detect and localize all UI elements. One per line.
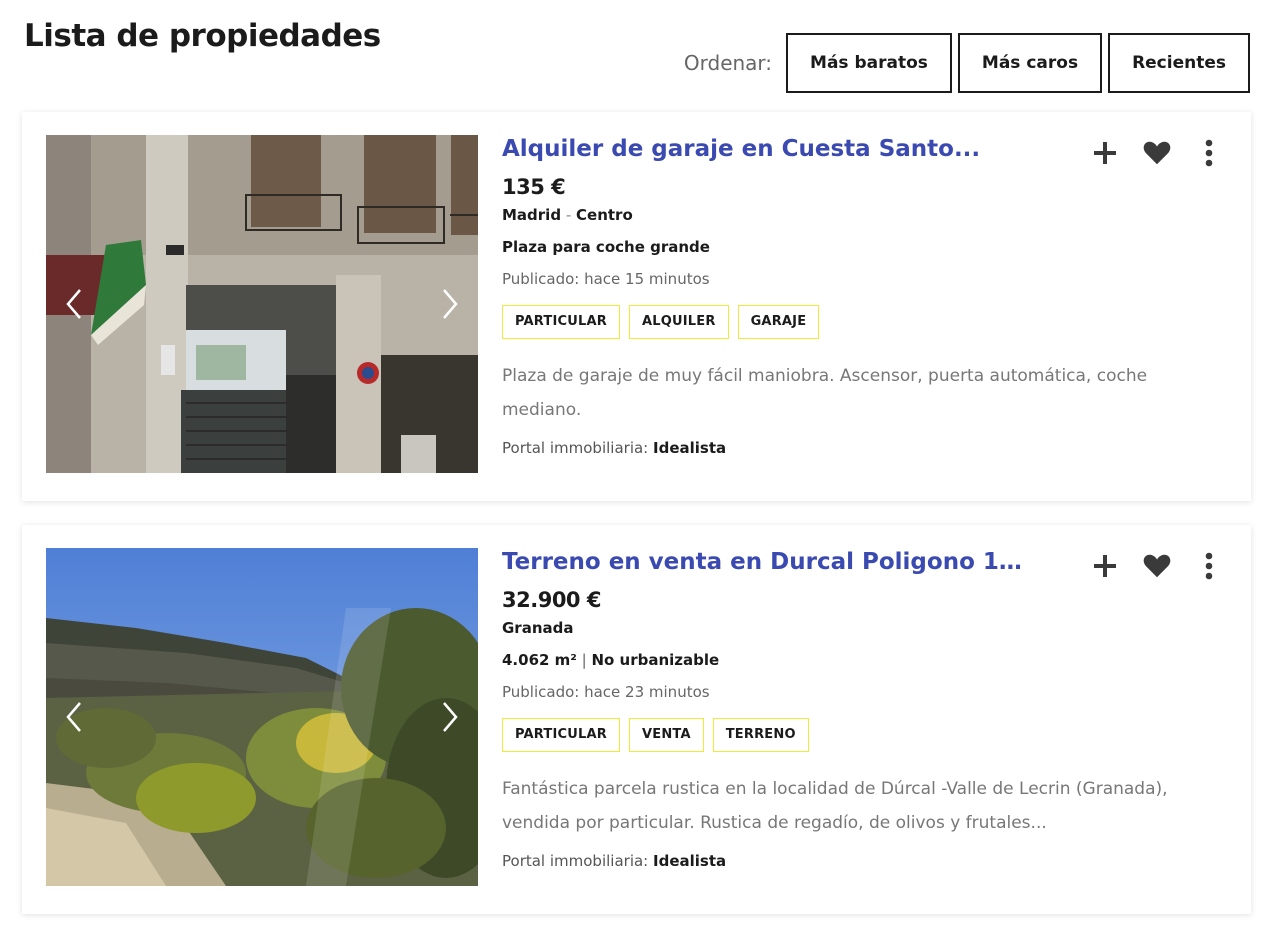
- listing-card: Terreno en venta en Durcal Poligono 10..…: [22, 525, 1251, 914]
- listing-feature-extra: No urbanizable: [591, 650, 720, 669]
- chevron-right-icon[interactable]: [436, 284, 464, 324]
- chevron-left-icon[interactable]: [60, 697, 88, 737]
- listing-description: Plaza de garaje de muy fácil maniobra. A…: [502, 365, 1148, 420]
- listing-published: Publicado: hace 23 minutos: [502, 682, 710, 701]
- listing-title-link[interactable]: Alquiler de garaje en Cuesta Santo...: [502, 135, 1022, 165]
- plus-icon[interactable]: [1091, 138, 1119, 168]
- sort-recent-button[interactable]: Recientes: [1108, 33, 1250, 93]
- tag-operation: VENTA: [628, 717, 704, 752]
- garage-building-photo: [46, 135, 478, 473]
- tag-type: TERRENO: [712, 717, 809, 752]
- listing-price: 32.900 €: [502, 587, 601, 612]
- kebab-menu-icon[interactable]: [1195, 551, 1223, 581]
- chevron-right-icon[interactable]: [436, 697, 464, 737]
- listing-tags: PARTICULAR ALQUILER GARAJE: [502, 304, 1202, 339]
- listing-district: Centro: [576, 205, 633, 224]
- listing-info: Terreno en venta en Durcal Poligono 10..…: [502, 548, 1202, 870]
- portal-label: Portal immobiliaria:: [502, 438, 649, 457]
- listing-feature: 4.062 m² | No urbanizable: [502, 651, 1202, 669]
- heart-icon[interactable]: [1143, 138, 1171, 168]
- portal-label: Portal immobiliaria:: [502, 851, 649, 870]
- listing-portal: Portal immobiliaria: Idealista: [502, 852, 1202, 870]
- listing-actions: [1091, 138, 1223, 168]
- plus-icon[interactable]: [1091, 551, 1119, 581]
- sort-label: Ordenar:: [683, 51, 773, 75]
- listing-actions: [1091, 551, 1223, 581]
- listing-feature-main: 4.062 m²: [502, 650, 577, 669]
- chevron-left-icon[interactable]: [60, 284, 88, 324]
- portal-name: Idealista: [653, 438, 727, 457]
- tag-particular: PARTICULAR: [502, 304, 620, 339]
- location-separator: -: [561, 205, 577, 224]
- listing-card: Alquiler de garaje en Cuesta Santo... 13…: [22, 112, 1251, 501]
- listing-feature: Plaza para coche grande: [502, 238, 1202, 256]
- sort-most-expensive-button[interactable]: Más caros: [957, 33, 1103, 93]
- listing-location: Madrid - Centro: [502, 206, 1202, 224]
- sort-cheapest-button[interactable]: Más baratos: [786, 33, 952, 93]
- listing-location: Granada: [502, 619, 1202, 637]
- listing-published: Publicado: hace 15 minutos: [502, 269, 710, 288]
- listing-feature-main: Plaza para coche grande: [502, 237, 710, 256]
- listing-city: Granada: [502, 618, 574, 637]
- heart-icon[interactable]: [1143, 551, 1171, 581]
- tag-operation: ALQUILER: [628, 304, 729, 339]
- land-plot-photo: [46, 548, 478, 886]
- tag-particular: PARTICULAR: [502, 717, 620, 752]
- listing-city: Madrid: [502, 205, 562, 224]
- listing-description: Fantástica parcela rustica en la localid…: [502, 778, 1168, 833]
- listing-price: 135 €: [502, 174, 566, 199]
- sort-bar: Ordenar: Más baratos Más caros Recientes: [684, 33, 1250, 93]
- listing-info: Alquiler de garaje en Cuesta Santo... 13…: [502, 135, 1202, 457]
- listing-title-link[interactable]: Terreno en venta en Durcal Poligono 10..…: [502, 548, 1022, 578]
- tag-type: GARAJE: [737, 304, 820, 339]
- listing-tags: PARTICULAR VENTA TERRENO: [502, 717, 1202, 752]
- listing-photo-carousel[interactable]: [46, 135, 478, 473]
- feature-separator: |: [576, 650, 592, 669]
- listing-portal: Portal immobiliaria: Idealista: [502, 439, 1202, 457]
- kebab-menu-icon[interactable]: [1195, 138, 1223, 168]
- page-title: Lista de propiedades: [24, 18, 381, 54]
- portal-name: Idealista: [653, 851, 727, 870]
- listing-photo-carousel[interactable]: [46, 548, 478, 886]
